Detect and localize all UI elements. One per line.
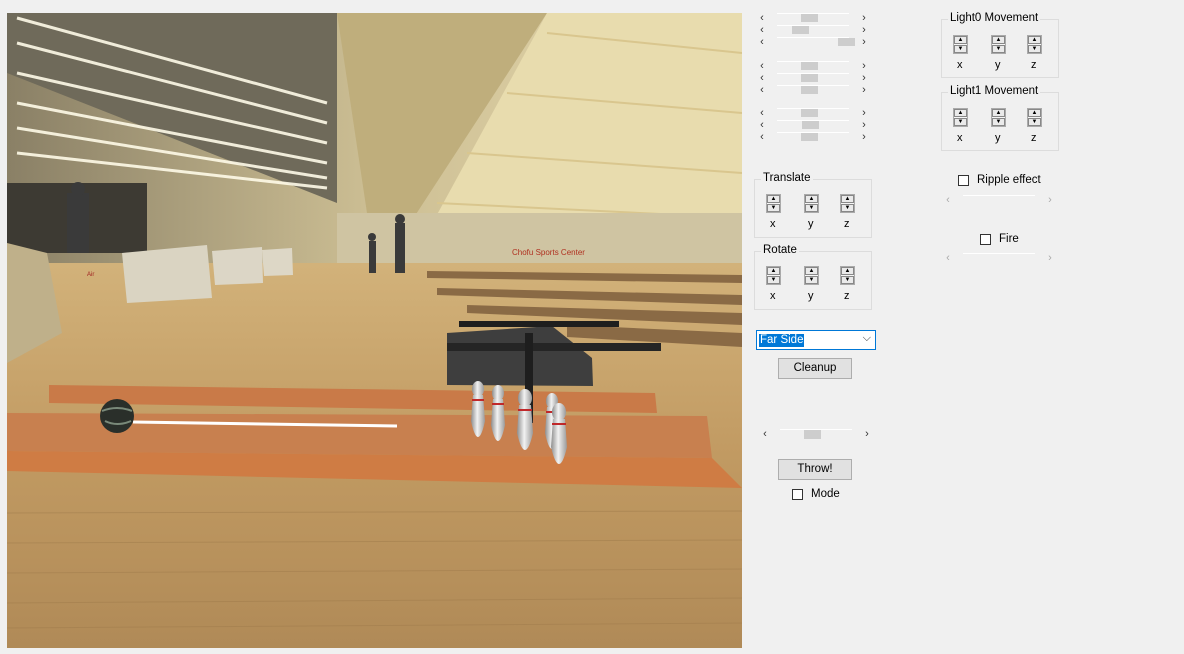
fire-slider[interactable]: ‹ › — [943, 252, 1055, 264]
rotate-x-spinner[interactable]: ▲ ▼ — [766, 266, 781, 285]
light1-group: Light1 Movement ▲ ▼ ▲ ▼ ▲ ▼ x y z — [941, 85, 1059, 151]
scroll-left-icon[interactable]: ‹ — [757, 36, 767, 48]
light1-y-label: y — [995, 132, 1001, 144]
translate-z-label: z — [844, 218, 850, 230]
scroll-right-icon[interactable]: › — [862, 428, 872, 440]
slider-thumb[interactable] — [792, 26, 809, 34]
slider-thumb[interactable] — [838, 38, 855, 46]
ripple-label: Ripple effect — [977, 174, 1041, 186]
rotate-title: Rotate — [761, 244, 799, 256]
rotate-group: Rotate ▲ ▼ ▲ ▼ ▲ ▼ x y z — [754, 244, 872, 310]
ripple-checkbox[interactable] — [958, 175, 969, 186]
scroll-left-icon[interactable]: ‹ — [757, 72, 767, 84]
throw-power-slider[interactable]: ‹ › — [760, 428, 872, 440]
mode-checkbox[interactable] — [792, 489, 803, 500]
transform-slider-8[interactable]: ‹ › — [757, 119, 869, 131]
scroll-left-icon[interactable]: ‹ — [760, 428, 770, 440]
rotate-x-label: x — [770, 290, 776, 302]
transform-slider-1[interactable]: ‹ › — [757, 12, 869, 24]
light1-z-label: z — [1031, 132, 1037, 144]
slider-thumb[interactable] — [801, 74, 818, 82]
light0-y-label: y — [995, 59, 1001, 71]
cleanup-button[interactable]: Cleanup — [778, 358, 852, 379]
mode-label: Mode — [811, 488, 840, 500]
fire-label: Fire — [999, 233, 1019, 245]
scroll-left-icon[interactable]: ‹ — [757, 119, 767, 131]
transform-slider-3[interactable]: ‹ › — [757, 36, 869, 48]
render-viewport[interactable]: Chofu Sports Center Air — [7, 13, 742, 648]
transform-slider-9[interactable]: ‹ › — [757, 131, 869, 143]
slider-thumb[interactable] — [801, 62, 818, 70]
scroll-left-icon[interactable]: ‹ — [757, 131, 767, 143]
lane-sign: Air — [87, 272, 94, 278]
scroll-right-icon[interactable]: › — [859, 24, 869, 36]
light0-z-label: z — [1031, 59, 1037, 71]
scroll-right-icon[interactable]: › — [859, 131, 869, 143]
light0-z-spinner[interactable]: ▲ ▼ — [1027, 35, 1042, 54]
translate-x-label: x — [770, 218, 776, 230]
light0-title: Light0 Movement — [948, 12, 1041, 24]
scroll-right-icon[interactable]: › — [859, 36, 869, 48]
translate-y-spinner[interactable]: ▲ ▼ — [804, 194, 819, 213]
scroll-left-icon[interactable]: ‹ — [757, 84, 767, 96]
bowling-ball[interactable] — [100, 399, 134, 433]
transform-slider-5[interactable]: ‹ › — [757, 72, 869, 84]
camera-select-value: Far Side — [759, 334, 805, 347]
slider-thumb[interactable] — [801, 133, 818, 141]
slider-thumb[interactable] — [801, 86, 818, 94]
transform-slider-4[interactable]: ‹ › — [757, 60, 869, 72]
transform-slider-7[interactable]: ‹ › — [757, 107, 869, 119]
light0-x-spinner[interactable]: ▲ ▼ — [953, 35, 968, 54]
light0-x-label: x — [957, 59, 963, 71]
light0-group: Light0 Movement ▲ ▼ ▲ ▼ ▲ ▼ x y z — [941, 12, 1059, 78]
scroll-right-icon[interactable]: › — [859, 107, 869, 119]
light0-y-spinner[interactable]: ▲ ▼ — [991, 35, 1006, 54]
scroll-right-icon[interactable]: › — [859, 72, 869, 84]
translate-x-spinner[interactable]: ▲ ▼ — [766, 194, 781, 213]
arena-sign: Chofu Sports Center — [512, 248, 585, 257]
slider-thumb[interactable] — [801, 14, 818, 22]
rotate-y-spinner[interactable]: ▲ ▼ — [804, 266, 819, 285]
translate-title: Translate — [761, 172, 813, 184]
light1-x-label: x — [957, 132, 963, 144]
transform-slider-2[interactable]: ‹ › — [757, 24, 869, 36]
light1-y-spinner[interactable]: ▲ ▼ — [991, 108, 1006, 127]
rotate-z-label: z — [844, 290, 850, 302]
chevron-down-icon: ⌵ — [862, 332, 871, 344]
translate-y-label: y — [808, 218, 814, 230]
scroll-left-icon[interactable]: ‹ — [757, 12, 767, 24]
scroll-right-icon[interactable]: › — [859, 60, 869, 72]
translate-z-spinner[interactable]: ▲ ▼ — [840, 194, 855, 213]
scroll-right-icon[interactable]: › — [859, 12, 869, 24]
scroll-right-icon[interactable]: › — [859, 84, 869, 96]
light1-x-spinner[interactable]: ▲ ▼ — [953, 108, 968, 127]
rotate-y-label: y — [808, 290, 814, 302]
throw-button[interactable]: Throw! — [778, 459, 852, 480]
fire-checkbox[interactable] — [980, 234, 991, 245]
slider-thumb[interactable] — [804, 430, 821, 439]
scroll-left-icon[interactable]: ‹ — [757, 60, 767, 72]
scroll-right-icon[interactable]: › — [859, 119, 869, 131]
bowling-scene: Chofu Sports Center Air — [7, 13, 742, 648]
scroll-left-icon[interactable]: ‹ — [757, 107, 767, 119]
camera-select[interactable]: Far Side ⌵ — [756, 330, 876, 350]
light1-z-spinner[interactable]: ▲ ▼ — [1027, 108, 1042, 127]
ripple-slider[interactable]: ‹ › — [943, 194, 1055, 206]
scroll-right-icon[interactable]: › — [1045, 194, 1055, 206]
transform-slider-6[interactable]: ‹ › — [757, 84, 869, 96]
translate-group: Translate ▲ ▼ ▲ ▼ ▲ ▼ x y z — [754, 172, 872, 238]
scroll-left-icon[interactable]: ‹ — [757, 24, 767, 36]
scroll-left-icon[interactable]: ‹ — [943, 194, 953, 206]
scroll-right-icon[interactable]: › — [1045, 252, 1055, 264]
scroll-left-icon[interactable]: ‹ — [943, 252, 953, 264]
slider-thumb[interactable] — [801, 109, 818, 117]
rotate-z-spinner[interactable]: ▲ ▼ — [840, 266, 855, 285]
slider-thumb[interactable] — [802, 121, 819, 129]
light1-title: Light1 Movement — [948, 85, 1041, 97]
